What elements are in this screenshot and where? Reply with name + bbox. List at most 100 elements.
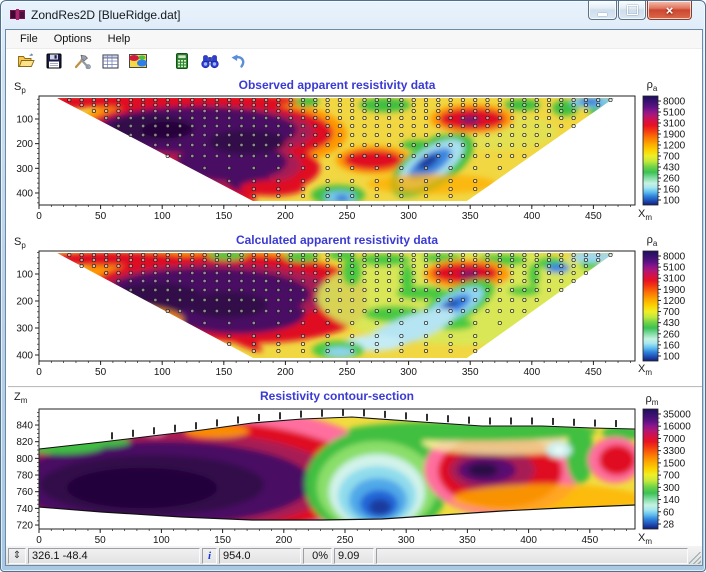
svg-text:450: 450 [585,211,602,222]
svg-text:150: 150 [215,211,232,222]
svg-text:260: 260 [663,174,680,185]
minimize-icon [598,13,607,16]
svg-text:0: 0 [36,211,42,222]
svg-text:1200: 1200 [663,141,686,152]
svg-text:400: 400 [16,188,33,199]
menu-item-options[interactable]: Options [46,31,100,47]
toolbar-button-binoculars[interactable] [198,52,222,76]
svg-text:760: 760 [16,487,33,498]
svg-text:450: 450 [585,367,602,378]
svg-text:1900: 1900 [663,130,686,141]
caption-buttons: × [587,1,692,20]
svg-text:300: 300 [400,367,417,378]
status-misfit: 9.09 [334,548,374,564]
binoculars-icon [201,54,219,74]
model-y-axis-label: Zm [14,391,27,405]
model-image-icon [129,54,147,73]
undo-icon [230,54,246,74]
menu-item-help[interactable]: Help [100,31,139,47]
svg-text:430: 430 [663,318,680,329]
observed-colorbar-label: ρa [638,79,666,93]
observed-y-axis-label: Sp [14,81,26,95]
toolbar-button-undo[interactable] [226,52,250,76]
status-value: 954.0 [219,548,301,564]
model-title: Resistivity contour-section [39,389,635,403]
svg-text:8000: 8000 [663,97,686,108]
svg-text:100: 100 [663,196,680,207]
svg-text:200: 200 [16,297,33,308]
svg-text:7000: 7000 [663,434,686,445]
menu-bar: FileOptionsHelp [6,30,702,49]
svg-text:350: 350 [462,367,479,378]
svg-text:400: 400 [16,351,33,362]
tools-icon [73,53,91,74]
calculated-title: Calculated apparent resistivity data [39,233,635,247]
title-bar[interactable]: ZondRes2D [BlueRidge.dat] × [1,1,705,29]
calculated-y-axis-label: Sp [14,236,26,250]
svg-text:840: 840 [16,421,33,432]
svg-text:5100: 5100 [663,108,686,119]
toolbar-button-tools[interactable] [70,52,94,76]
svg-text:700: 700 [663,307,680,318]
open-file-icon [17,53,35,74]
svg-text:300: 300 [16,324,33,335]
svg-text:200: 200 [16,139,33,150]
maximize-button[interactable] [618,1,646,20]
svg-text:50: 50 [95,367,107,378]
svg-text:300: 300 [400,211,417,222]
app-window: ZondRes2D [BlueRidge.dat] × FileOptionsH… [0,0,706,572]
menu-item-file[interactable]: File [12,31,46,47]
svg-text:820: 820 [16,437,33,448]
svg-text:1500: 1500 [663,458,686,469]
svg-text:3100: 3100 [663,274,686,285]
toolbar-button-save-file[interactable] [42,52,66,76]
svg-text:740: 740 [16,504,33,515]
svg-text:250: 250 [339,211,356,222]
svg-text:100: 100 [154,367,171,378]
toolbar-button-open-file[interactable] [14,52,38,76]
calculator-icon [176,53,188,74]
maximize-icon [627,5,638,15]
toolbar-button-data-table[interactable] [98,52,122,76]
minimize-button[interactable] [588,1,617,20]
svg-text:300: 300 [16,164,33,175]
panel-splitter[interactable] [8,387,702,388]
svg-text:800: 800 [16,454,33,465]
data-table-icon [102,54,119,74]
svg-text:0: 0 [36,367,42,378]
status-spacer [376,548,688,564]
save-file-icon [46,53,62,74]
svg-text:5100: 5100 [663,263,686,274]
toolbar [6,49,702,78]
svg-text:200: 200 [277,367,294,378]
status-bar: ⇕ 326.1 -48.4 i 954.0 0% 9.09 [6,545,702,565]
svg-text:28: 28 [663,520,675,531]
observed-title: Observed apparent resistivity data [39,78,635,92]
svg-text:35000: 35000 [663,410,691,421]
svg-text:100: 100 [16,114,33,125]
toolbar-button-model-image[interactable] [126,52,150,76]
status-coordinates: 326.1 -48.4 [28,548,200,564]
svg-text:150: 150 [215,367,232,378]
svg-text:8000: 8000 [663,252,686,263]
svg-text:200: 200 [277,211,294,222]
close-button[interactable]: × [647,1,692,20]
observed-x-axis-label: Xm [638,208,652,222]
svg-text:1200: 1200 [663,296,686,307]
svg-text:160: 160 [663,185,680,196]
window-title: ZondRes2D [BlueRidge.dat] [31,8,180,22]
svg-text:100: 100 [663,352,680,363]
toolbar-button-calculator[interactable] [170,52,194,76]
info-icon: i [202,548,217,564]
calculated-colorbar-label: ρa [638,234,666,248]
app-icon [10,8,25,21]
resize-grip[interactable] [689,552,701,564]
svg-text:400: 400 [523,211,540,222]
svg-text:700: 700 [663,471,680,482]
svg-text:1900: 1900 [663,285,686,296]
calculated-x-axis-label: Xm [638,363,652,377]
cursor-mode-icon: ⇕ [8,548,26,564]
svg-text:140: 140 [663,495,680,506]
svg-text:60: 60 [663,507,675,518]
model-colorbar-label: ρm [638,393,666,407]
